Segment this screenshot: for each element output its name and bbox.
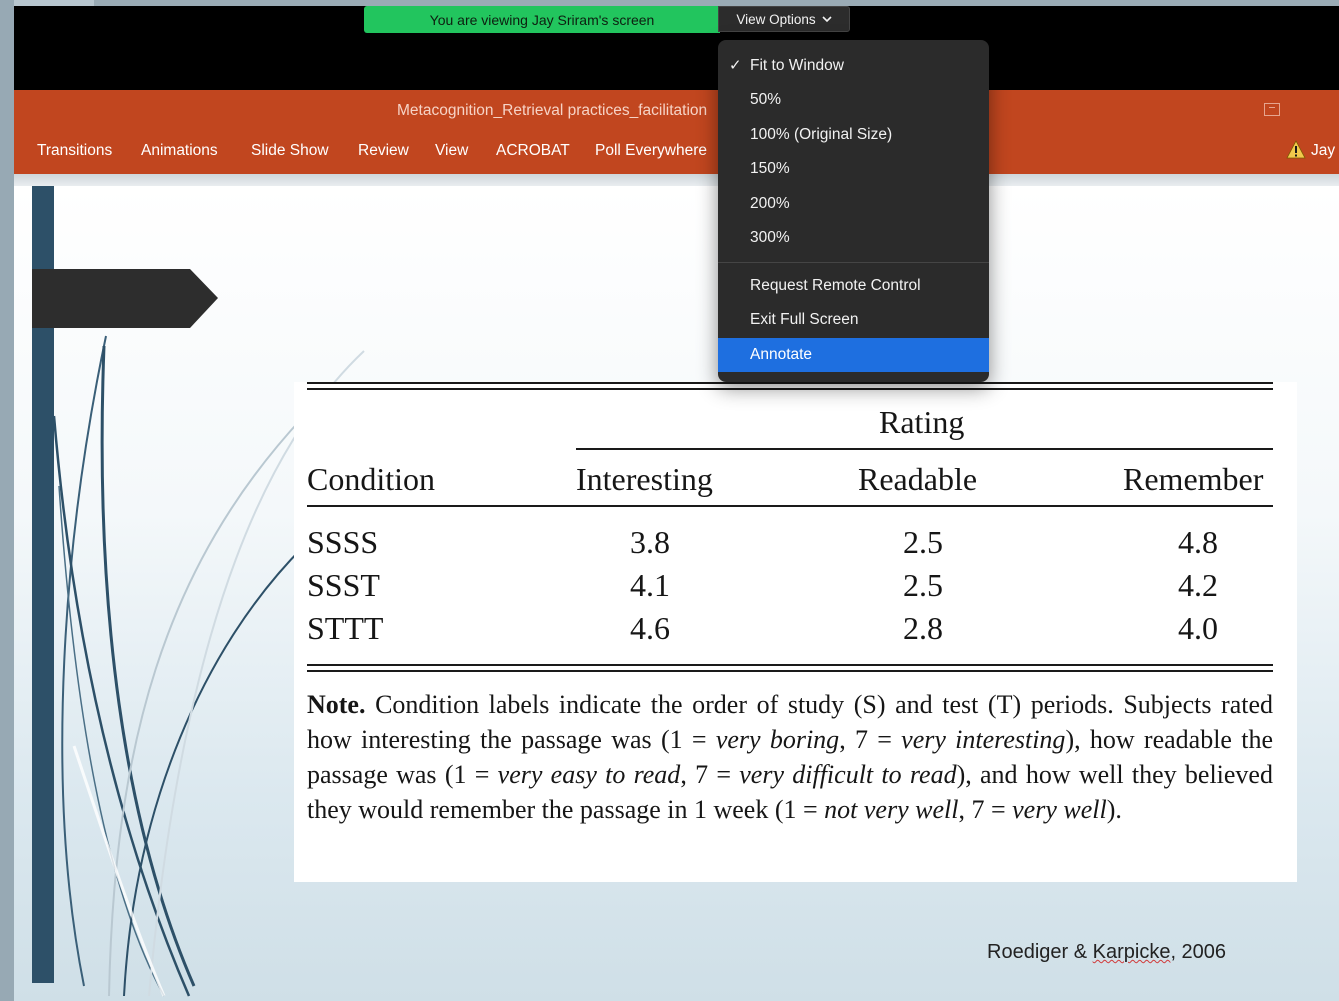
- column-header: Readable: [858, 461, 978, 497]
- table-bottom-rule-2: [307, 670, 1273, 672]
- table-cell: 2.5: [903, 524, 943, 560]
- tab-animations[interactable]: Animations: [141, 142, 218, 160]
- menu-item-annotate[interactable]: Annotate: [718, 338, 989, 372]
- menu-item-request-remote-control[interactable]: Request Remote Control: [718, 269, 989, 303]
- note-text-italic: not very well: [824, 795, 959, 824]
- menu-item-label: 200%: [750, 195, 790, 212]
- table-top-rule-2: [307, 388, 1273, 390]
- citation-text: Roediger &: [987, 941, 1093, 963]
- menu-item-label: 300%: [750, 229, 790, 246]
- tab-review[interactable]: Review: [358, 142, 409, 160]
- view-options-button[interactable]: View Options: [718, 6, 850, 32]
- user-name[interactable]: Jay: [1311, 142, 1335, 160]
- tab-acrobat[interactable]: ACROBAT: [496, 142, 570, 160]
- menu-item-label: 150%: [750, 160, 790, 177]
- table-cell: 4.0: [1178, 610, 1218, 646]
- results-table: Rating Condition Interesting Readable Re…: [294, 382, 1297, 882]
- menu-item-zoom-50[interactable]: 50%: [718, 83, 989, 117]
- menu-item-label: Exit Full Screen: [750, 311, 859, 328]
- rating-group-header: Rating: [879, 404, 965, 440]
- warning-icon: [1286, 140, 1306, 159]
- tab-view[interactable]: View: [435, 142, 468, 160]
- note-text: ).: [1106, 795, 1122, 824]
- tab-poll-everywhere[interactable]: Poll Everywhere: [595, 142, 707, 160]
- note-text: , 7 =: [839, 725, 902, 754]
- menu-item-zoom-150[interactable]: 150%: [718, 152, 989, 186]
- menu-separator: [718, 262, 989, 263]
- slide-citation: Roediger & Karpicke, 2006: [987, 941, 1226, 964]
- note-text-italic: very interesting: [901, 725, 1066, 754]
- note-label: Note.: [307, 690, 366, 719]
- slide-canvas: Rating Condition Interesting Readable Re…: [14, 186, 1339, 1001]
- column-header: Interesting: [576, 461, 713, 497]
- table-note: Note. Condition labels indicate the orde…: [307, 687, 1273, 827]
- citation-text: , 2006: [1170, 941, 1227, 963]
- menu-item-label: Annotate: [750, 346, 813, 363]
- header-rule: [307, 505, 1273, 507]
- menu-item-zoom-100[interactable]: 100% (Original Size): [718, 118, 989, 152]
- table-top-rule: [307, 382, 1273, 384]
- table-bottom-rule: [307, 664, 1273, 666]
- menu-item-zoom-300[interactable]: 300%: [718, 221, 989, 255]
- column-header: Condition: [307, 461, 436, 497]
- citation-text: Karpicke: [1092, 941, 1171, 963]
- note-text: , 7 =: [680, 760, 740, 789]
- column-header: Remember: [1123, 461, 1264, 497]
- note-text-italic: very easy to read: [497, 760, 681, 789]
- ribbon-display-options-icon[interactable]: [1264, 103, 1280, 116]
- note-text-italic: very boring: [715, 725, 840, 754]
- screen-share-banner-text: You are viewing Jay Sriram's screen: [429, 11, 655, 28]
- table-cell: 2.5: [903, 567, 943, 603]
- tab-slide-show[interactable]: Slide Show: [251, 142, 329, 160]
- table-cell: SSSS: [307, 524, 379, 560]
- note-text-italic: very difficult to read: [739, 760, 957, 789]
- table-cell: 2.8: [903, 610, 943, 646]
- window-left-edge: [0, 0, 14, 1001]
- ribbon-shadow: [14, 174, 1339, 186]
- menu-item-zoom-200[interactable]: 200%: [718, 187, 989, 221]
- table-cell: 4.8: [1178, 524, 1218, 560]
- menu-item-label: 100% (Original Size): [750, 126, 893, 143]
- chevron-down-icon: [822, 16, 832, 23]
- screen-share-banner: You are viewing Jay Sriram's screen: [364, 6, 720, 33]
- view-options-label: View Options: [736, 11, 816, 27]
- tab-transitions[interactable]: Transitions: [37, 142, 112, 160]
- menu-item-exit-full-screen[interactable]: Exit Full Screen: [718, 303, 989, 337]
- table-cell: 4.6: [630, 610, 670, 646]
- table-cell: STTT: [307, 610, 384, 646]
- table-cell: SSST: [307, 567, 380, 603]
- note-text-italic: very well: [1012, 795, 1107, 824]
- note-text: , 7 =: [958, 795, 1013, 824]
- table-cell: 4.1: [630, 567, 670, 603]
- rating-underline: [576, 448, 1273, 450]
- menu-item-label: Fit to Window: [750, 57, 844, 74]
- checkmark-icon: ✓: [729, 57, 742, 74]
- view-options-menu: ✓ Fit to Window 50% 100% (Original Size)…: [718, 40, 989, 382]
- table-cell: 4.2: [1178, 567, 1218, 603]
- slide-arrow-banner: [32, 269, 218, 328]
- menu-item-fit-to-window[interactable]: ✓ Fit to Window: [718, 49, 989, 83]
- menu-item-label: 50%: [750, 91, 782, 108]
- document-title: Metacognition_Retrieval practices_facili…: [397, 102, 708, 119]
- table-cell: 3.8: [630, 524, 670, 560]
- menu-item-label: Request Remote Control: [750, 277, 921, 294]
